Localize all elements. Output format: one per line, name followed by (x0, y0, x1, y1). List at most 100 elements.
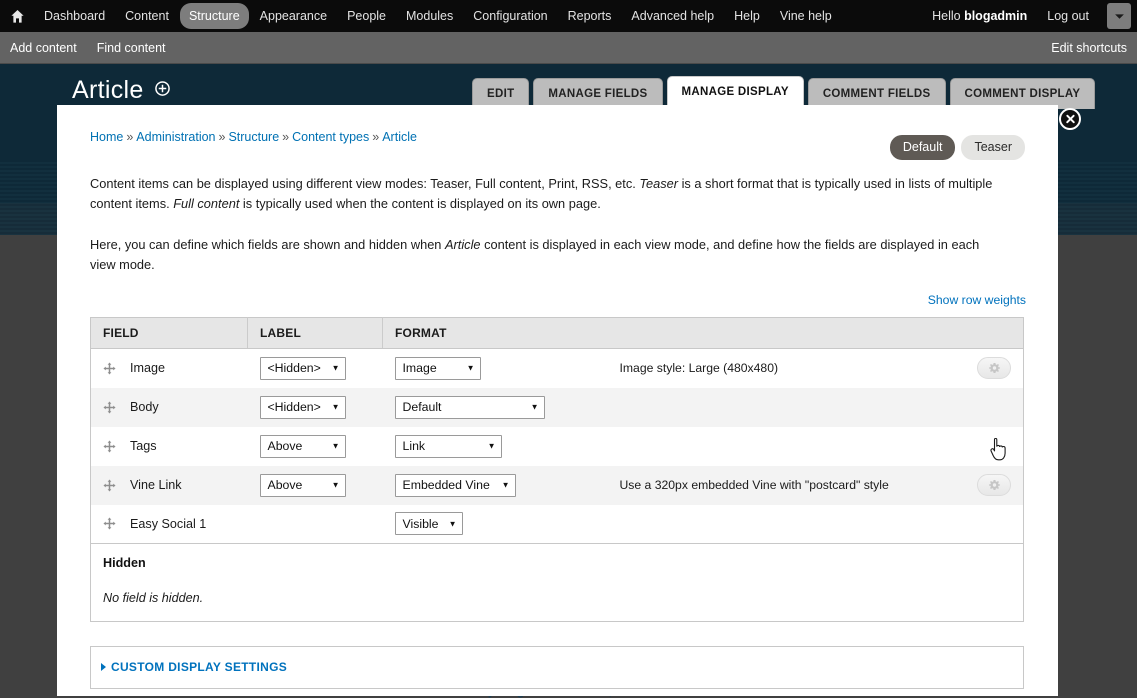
intro1-part-c: is typically used when the content is di… (239, 196, 600, 211)
table-row: Tags Above Link (91, 427, 1024, 466)
gear-icon[interactable] (977, 474, 1011, 496)
breadcrumb-separator: » (279, 130, 292, 144)
breadcrumb-separator: » (123, 130, 136, 144)
table-body: Image <Hidden> Image Image style: Large … (91, 349, 1024, 544)
breadcrumb-separator: » (369, 130, 382, 144)
format-select-image[interactable]: Image (395, 357, 481, 380)
logout-link[interactable]: Log out (1038, 3, 1098, 29)
greeting-prefix: Hello (932, 9, 964, 23)
drag-handle-icon[interactable] (103, 362, 116, 375)
toolbar-item-content[interactable]: Content (116, 3, 178, 29)
breadcrumb-item-article[interactable]: Article (382, 130, 417, 144)
toolbar-item-vine-help[interactable]: Vine help (771, 3, 841, 29)
field-name: Tags (130, 439, 157, 453)
page-title-block: Article (72, 76, 170, 105)
row-format-cell: Image (383, 349, 608, 388)
column-header-label: LABEL (248, 318, 383, 349)
field-name: Easy Social 1 (130, 517, 206, 531)
format-summary: Use a 320px embedded Vine with "postcard… (620, 478, 889, 492)
chevron-down-icon[interactable] (1107, 3, 1131, 29)
column-header-field: FIELD (91, 318, 248, 349)
label-select-image[interactable]: <Hidden> (260, 357, 346, 380)
toolbar-item-reports[interactable]: Reports (559, 3, 621, 29)
intro-paragraph-2: Here, you can define which fields are sh… (90, 235, 995, 275)
breadcrumb-item-administration[interactable]: Administration (136, 130, 215, 144)
close-icon[interactable] (1059, 108, 1081, 130)
intro1-emphasis-teaser: Teaser (639, 176, 678, 191)
row-settings-cell (960, 466, 1024, 505)
label-select-body[interactable]: <Hidden> (260, 396, 346, 419)
row-label-cell: <Hidden> (248, 349, 383, 388)
row-summary-cell: Use a 320px embedded Vine with "postcard… (608, 466, 960, 505)
field-name: Body (130, 400, 159, 414)
row-format-cell: Default (383, 388, 608, 427)
drag-handle-icon[interactable] (103, 440, 116, 453)
custom-display-settings-fieldset[interactable]: CUSTOM DISPLAY SETTINGS (90, 646, 1024, 689)
show-row-weights-link[interactable]: Show row weights (928, 293, 1026, 307)
format-select-vine-link[interactable]: Embedded Vine (395, 474, 516, 497)
shortcut-find-content[interactable]: Find content (87, 41, 176, 55)
row-format-cell: Embedded Vine (383, 466, 608, 505)
admin-toolbar: Dashboard Content Structure Appearance P… (0, 0, 1137, 32)
row-summary-cell (608, 505, 960, 544)
drag-handle-icon[interactable] (103, 479, 116, 492)
custom-display-settings-label: CUSTOM DISPLAY SETTINGS (111, 660, 287, 674)
row-summary-cell: Image style: Large (480x480) (608, 349, 960, 388)
hidden-region-title: Hidden (103, 556, 1011, 570)
intro2-emphasis-article: Article (445, 237, 481, 252)
row-label-cell: Above (248, 427, 383, 466)
breadcrumb-item-structure[interactable]: Structure (228, 130, 279, 144)
label-select-vine-link[interactable]: Above (260, 474, 346, 497)
intro1-emphasis-full-content: Full content (173, 196, 239, 211)
custom-display-settings-toggle[interactable]: CUSTOM DISPLAY SETTINGS (101, 660, 287, 674)
home-icon[interactable] (0, 0, 34, 32)
toolbar-item-structure[interactable]: Structure (180, 3, 249, 29)
toolbar-item-configuration[interactable]: Configuration (464, 3, 556, 29)
format-select-body[interactable]: Default (395, 396, 545, 419)
username: blogadmin (964, 9, 1027, 23)
gear-icon[interactable] (977, 357, 1011, 379)
breadcrumb-item-home[interactable]: Home (90, 130, 123, 144)
hidden-region: Hidden No field is hidden. (90, 544, 1024, 622)
format-select-tags[interactable]: Link (395, 435, 502, 458)
table-row: Image <Hidden> Image Image style: Large … (91, 349, 1024, 388)
drag-handle-icon[interactable] (103, 401, 116, 414)
format-select-easy-social[interactable]: Visible (395, 512, 463, 535)
label-select-tags[interactable]: Above (260, 435, 346, 458)
breadcrumb-item-content-types[interactable]: Content types (292, 130, 369, 144)
row-settings-cell (960, 388, 1024, 427)
breadcrumb: Home»Administration»Structure»Content ty… (90, 129, 1026, 145)
toolbar-item-advanced-help[interactable]: Advanced help (622, 3, 723, 29)
shortcut-bar: Add content Find content Edit shortcuts (0, 32, 1137, 64)
row-label-cell (248, 505, 383, 544)
toolbar-right: Hello blogadmin Log out (922, 3, 1137, 29)
toolbar-item-help[interactable]: Help (725, 3, 769, 29)
add-circle-icon[interactable] (155, 81, 170, 101)
table-row: Vine Link Above Embedded Vine Use a 320p… (91, 466, 1024, 505)
breadcrumb-separator: » (216, 130, 229, 144)
view-mode-teaser[interactable]: Teaser (961, 135, 1025, 160)
toolbar-item-modules[interactable]: Modules (397, 3, 462, 29)
triangle-right-icon (101, 663, 106, 671)
view-mode-switcher: Default Teaser (890, 135, 1025, 160)
row-field-cell: Vine Link (91, 466, 248, 505)
drag-handle-icon[interactable] (103, 517, 116, 530)
field-name: Image (130, 361, 165, 375)
row-field-cell: Easy Social 1 (91, 505, 248, 544)
table-header-row: FIELD LABEL FORMAT (91, 318, 1024, 349)
show-row-weights-wrapper: Show row weights (90, 291, 1026, 309)
toolbar-item-dashboard[interactable]: Dashboard (35, 3, 114, 29)
toolbar-item-appearance[interactable]: Appearance (251, 3, 336, 29)
toolbar-item-people[interactable]: People (338, 3, 395, 29)
table-head: FIELD LABEL FORMAT (91, 318, 1024, 349)
hidden-region-note: No field is hidden. (103, 591, 1011, 605)
field-display-table: FIELD LABEL FORMAT (90, 317, 1024, 544)
shortcut-add-content[interactable]: Add content (0, 41, 87, 55)
row-field-cell: Tags (91, 427, 248, 466)
view-mode-default[interactable]: Default (890, 135, 956, 160)
modal-content: Home»Administration»Structure»Content ty… (57, 105, 1058, 696)
edit-shortcuts-link[interactable]: Edit shortcuts (1041, 41, 1137, 55)
row-settings-cell (960, 505, 1024, 544)
field-name: Vine Link (130, 478, 182, 492)
row-summary-cell (608, 388, 960, 427)
